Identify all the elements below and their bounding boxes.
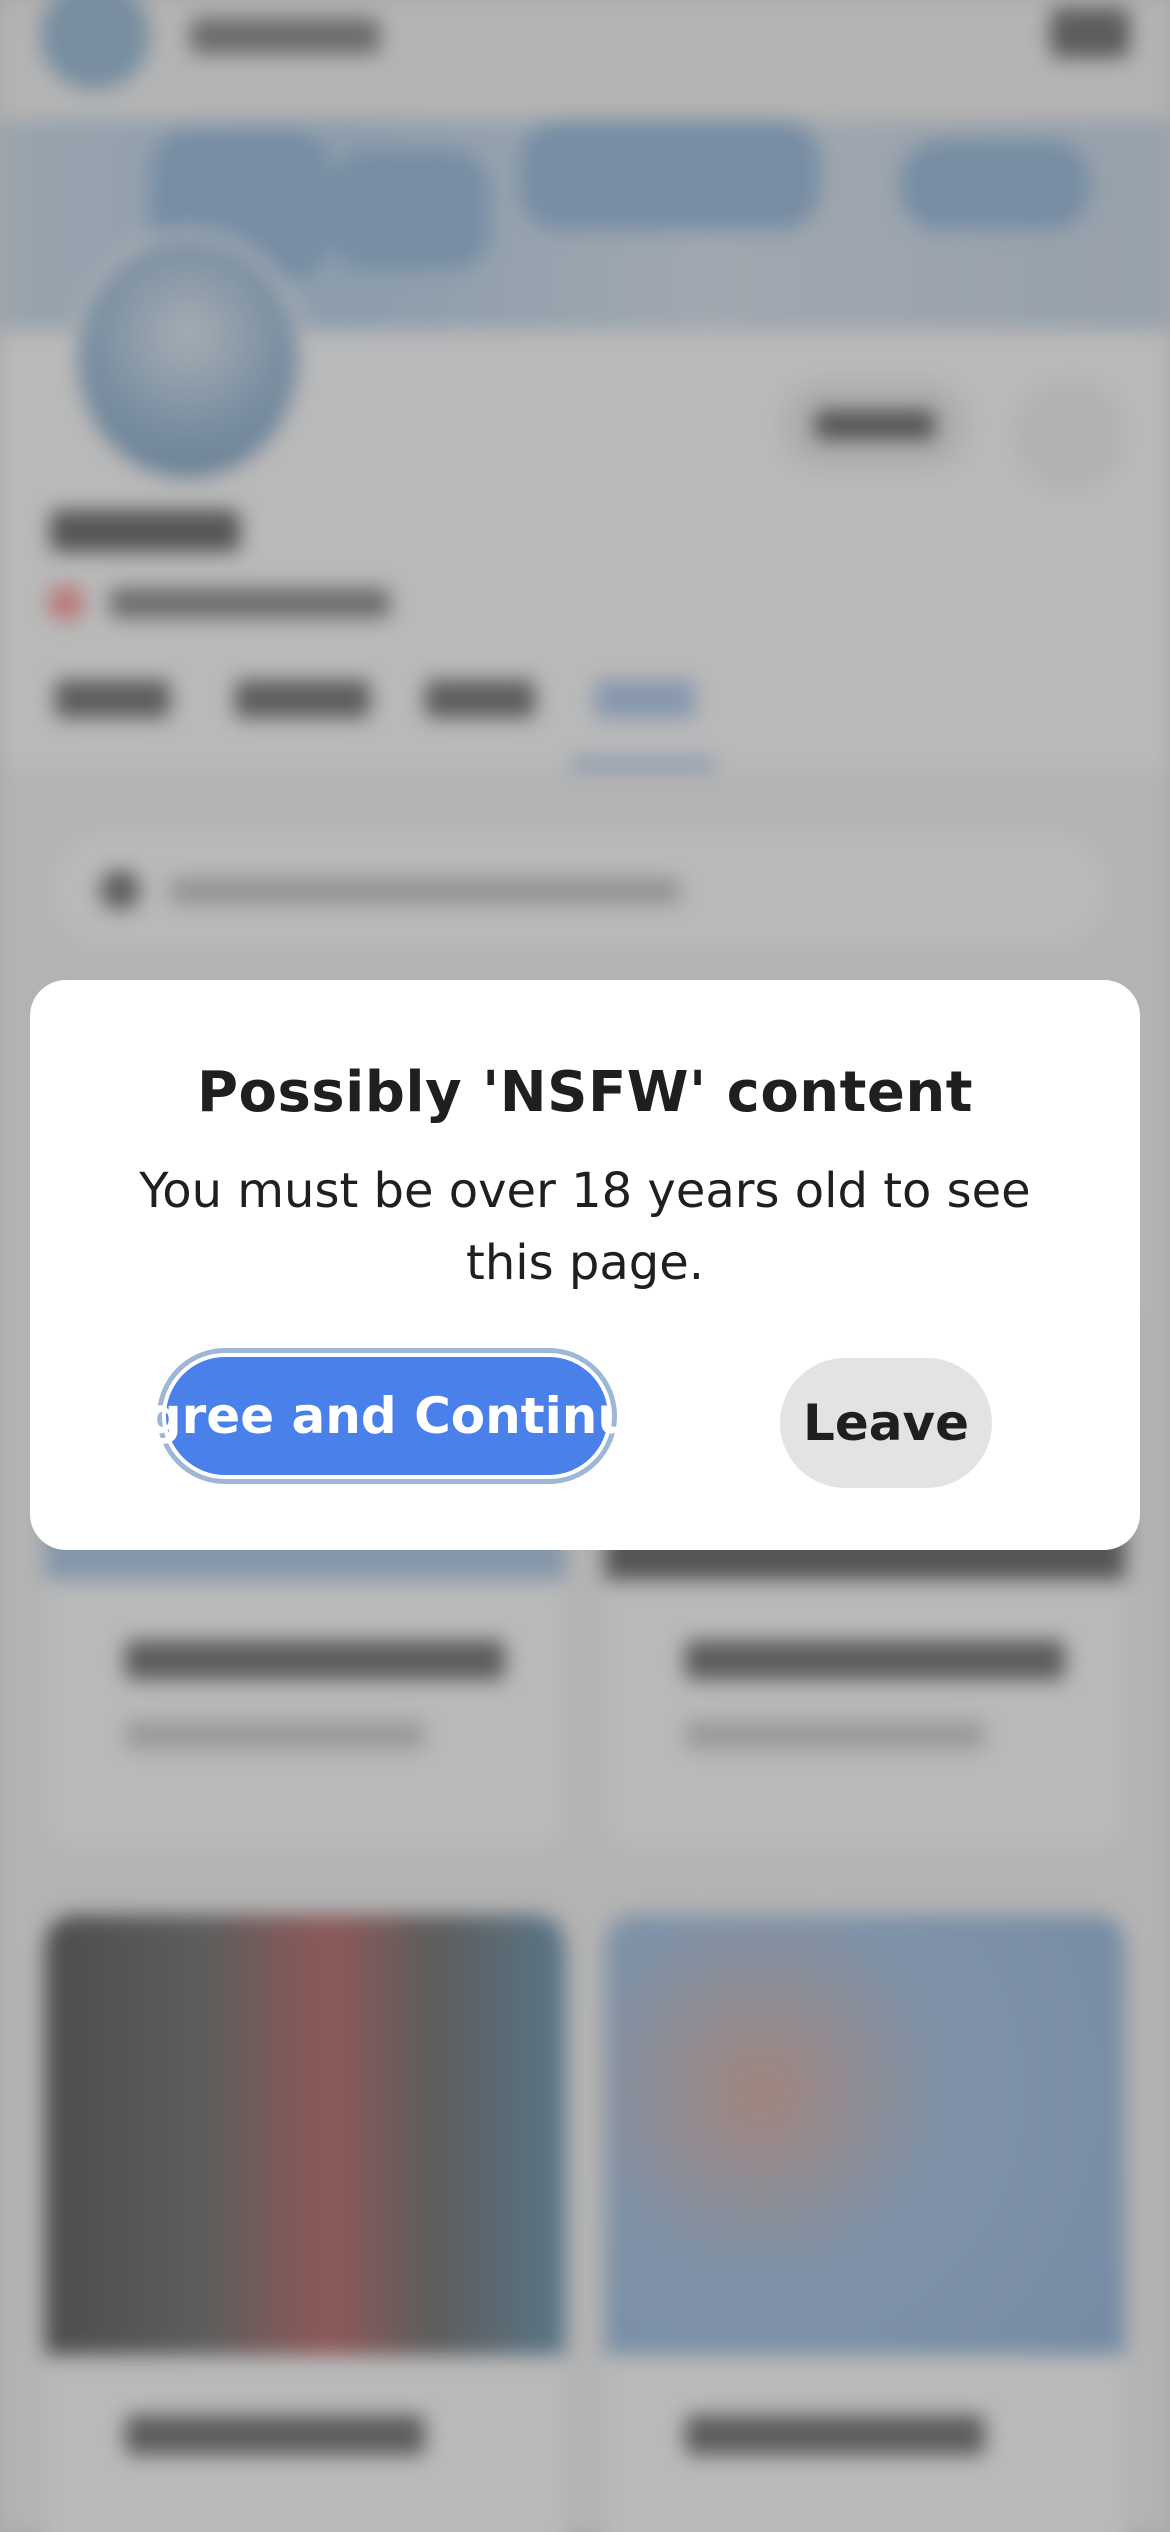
dialog-title: Possibly 'NSFW' content: [196, 1060, 974, 1125]
age-verification-dialog: Possibly 'NSFW' content You must be over…: [30, 980, 1140, 1550]
leave-button[interactable]: Leave: [780, 1358, 992, 1488]
agree-and-continue-button[interactable]: Agree and Continue: [107, 1348, 667, 1484]
screen: Possibly 'NSFW' content You must be over…: [0, 0, 1170, 2532]
dialog-message: You must be over 18 years old to see thi…: [139, 1163, 1031, 1291]
agree-button-label: Agree and Continue: [107, 1357, 667, 1475]
